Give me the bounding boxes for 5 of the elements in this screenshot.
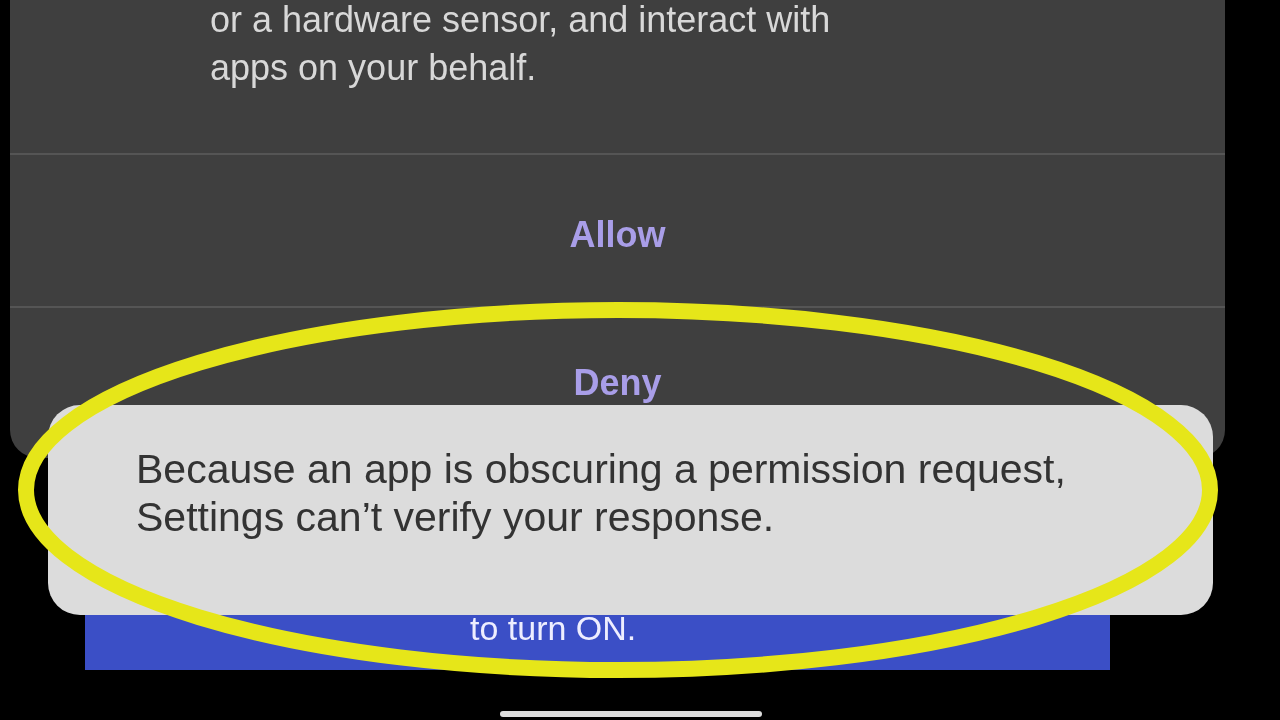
toast-message: Because an app is obscuring a permission request, Settings can’t verify your response. xyxy=(48,405,1213,615)
dialog-message: apps on your behalf. xyxy=(210,46,538,90)
dialog-message: or a hardware sensor, and interact with xyxy=(210,0,832,42)
dialog-button[interactable]: Allow xyxy=(561,210,674,261)
dialog-button[interactable]: Deny xyxy=(565,359,670,408)
